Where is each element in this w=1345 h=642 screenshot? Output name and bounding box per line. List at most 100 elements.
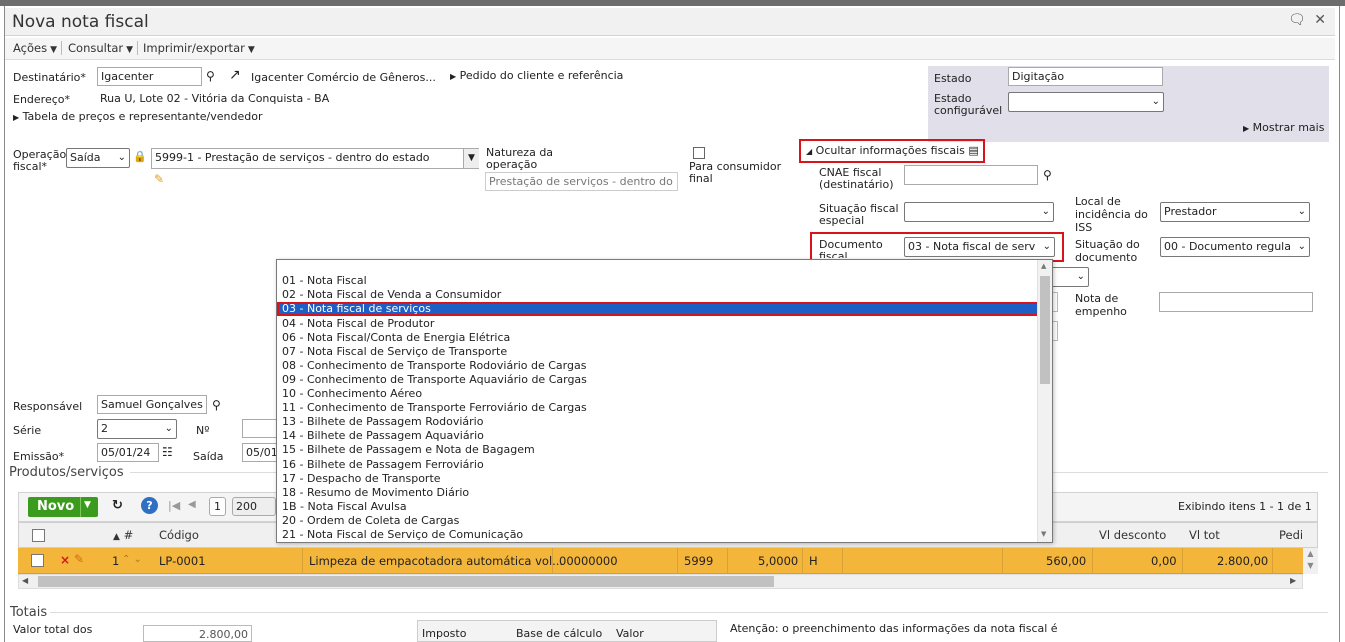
edit-pencil-icon[interactable]: ✎ (74, 552, 84, 566)
dropdown-option[interactable]: 20 - Ordem de Coleta de Cargas (282, 514, 459, 528)
external-link-icon[interactable]: ↗ (229, 67, 241, 83)
cnae-input[interactable] (904, 165, 1038, 185)
menu-imprimir[interactable]: Imprimir/exportar ▼ (139, 41, 259, 55)
page-number[interactable]: 1 (209, 497, 226, 516)
grid-vscroll[interactable]: ▲ ▼ (1303, 548, 1318, 574)
valor-total-field: 2.800,00 (143, 625, 252, 642)
atencao-text: Atenção: o preenchimento das informações… (730, 622, 1058, 635)
dropdown-option[interactable]: 02 - Nota Fiscal de Venda a Consumidor (282, 288, 501, 302)
dropdown-option[interactable]: 04 - Nota Fiscal de Produtor (282, 317, 434, 331)
dropdown-option[interactable]: 07 - Nota Fiscal de Serviço de Transport… (282, 345, 507, 359)
chat-icon[interactable]: 🗨 (1288, 12, 1306, 28)
saida-input[interactable]: 05/01 (242, 443, 278, 462)
situacao-especial-label-2: especial (819, 214, 865, 227)
dropdown-option[interactable]: 10 - Conhecimento Aéreo (282, 387, 422, 401)
page-size-select[interactable]: 200 (232, 497, 276, 516)
scroll-thumb[interactable] (38, 576, 774, 587)
cfop-combo[interactable]: 5999-1 - Prestação de serviços - dentro … (151, 148, 479, 169)
refresh-icon[interactable]: ↻ (112, 498, 123, 513)
nota-empenho-input[interactable] (1159, 292, 1313, 312)
dropdown-option[interactable]: 1B - Nota Fiscal Avulsa (282, 500, 407, 514)
edit-pencil-icon[interactable]: ✎ (154, 172, 164, 186)
menu-acoes[interactable]: Ações ▼ (9, 41, 63, 55)
row-qtd: 5,0000 (758, 554, 799, 568)
col-desconto[interactable]: Vl desconto (1099, 528, 1166, 542)
col-imposto: Imposto (422, 627, 467, 640)
prev-page-icon[interactable]: ◀ (188, 499, 196, 510)
pedido-link[interactable]: ▶ Pedido do cliente e referência (450, 69, 623, 82)
col-total[interactable]: Vl tot (1189, 528, 1220, 542)
produtos-title: Produtos/serviços (9, 465, 124, 480)
serie-value: 2 (101, 422, 108, 435)
dropdown-scroll-thumb[interactable] (1040, 276, 1050, 384)
dropdown-option-selected[interactable]: 03 - Nota fiscal de serviços (277, 302, 1039, 316)
tabela-link[interactable]: ▶ Tabela de preços e representante/vende… (13, 110, 262, 123)
novo-button[interactable]: Novo ▼ (28, 497, 98, 517)
dropdown-option[interactable]: 14 - Bilhete de Passagem Aquaviário (282, 429, 484, 443)
exibindo-itens: Exibindo itens 1 - 1 de 1 (1178, 500, 1312, 513)
row-checkbox[interactable] (31, 554, 44, 567)
menu-consultar[interactable]: Consultar ▼ (64, 41, 139, 55)
ocultar-fiscais-label: Ocultar informações fiscais (815, 144, 965, 157)
estado-configuravel-select[interactable]: ⌄ (1008, 92, 1164, 112)
operacao-tipo-select[interactable]: Saída ⌄ (66, 148, 130, 168)
dropdown-option[interactable]: 09 - Conhecimento de Transporte Aquaviár… (282, 373, 587, 387)
dropdown-scrollbar[interactable]: ▲ ▼ (1037, 260, 1052, 542)
dropdown-option[interactable]: 11 - Conhecimento de Transporte Ferroviá… (282, 401, 587, 415)
dropdown-option[interactable]: 08 - Conhecimento de Transporte Rodoviár… (282, 359, 586, 373)
caret-down-icon: ◢ (806, 147, 813, 156)
scroll-up-icon[interactable]: ▲ (1041, 262, 1046, 270)
emissao-input[interactable]: 05/01/24 (97, 443, 159, 462)
ocultar-fiscais-link[interactable]: ◢ Ocultar informações fiscais ▤ (806, 144, 979, 157)
search-icon[interactable]: ⚲ (212, 398, 221, 412)
list-icon: ▤ (968, 144, 979, 157)
reorder-icon[interactable]: ⌃ ⌄ (122, 554, 142, 565)
dropdown-option[interactable]: 18 - Resumo de Movimento Diário (282, 486, 469, 500)
consumidor-final-checkbox[interactable] (693, 147, 705, 159)
chevron-down-icon: ⌄ (1041, 206, 1050, 217)
search-icon[interactable]: ⚲ (206, 69, 215, 83)
dropdown-option[interactable]: 21 - Nota Fiscal de Serviço de Comunicaç… (282, 528, 523, 542)
select-all-checkbox[interactable] (32, 529, 45, 542)
numero-input[interactable] (242, 419, 278, 438)
dropdown-option[interactable]: 01 - Nota Fiscal (282, 274, 367, 288)
col-num[interactable]: ▲ # (113, 528, 133, 542)
documento-fiscal-dropdown[interactable]: 01 - Nota Fiscal 02 - Nota Fiscal de Ven… (276, 259, 1053, 543)
dropdown-option[interactable]: 13 - Bilhete de Passagem Rodoviário (282, 415, 483, 429)
mostrar-mais-link[interactable]: ▶ Mostrar mais (1243, 121, 1324, 134)
row-descricao: Limpeza de empacotadora automática vol..… (309, 554, 564, 568)
estado-field: Digitação (1008, 67, 1163, 86)
hidden-select[interactable]: ⌄ (1050, 267, 1089, 287)
emissao-label: Emissão* (13, 450, 65, 463)
col-pedido[interactable]: Pedi (1279, 528, 1303, 542)
situacao-especial-select[interactable]: ⌄ (904, 202, 1054, 222)
local-iss-select[interactable]: Prestador ⌄ (1160, 202, 1310, 222)
first-page-icon[interactable]: |◀ (168, 499, 180, 512)
natureza-input[interactable]: Prestação de serviços - dentro do e (485, 172, 678, 191)
scroll-right-icon[interactable]: ▶ (1290, 576, 1296, 585)
situacao-documento-select[interactable]: 00 - Documento regula ⌄ (1160, 237, 1310, 257)
dropdown-option[interactable]: 16 - Bilhete de Passagem Ferroviário (282, 458, 484, 472)
dropdown-option[interactable]: 15 - Bilhete de Passagem e Nota de Bagag… (282, 443, 535, 457)
serie-select[interactable]: 2 ⌄ (97, 419, 177, 439)
scroll-left-icon[interactable]: ◀ (22, 576, 28, 585)
chevron-down-icon: ⌄ (117, 152, 126, 163)
dropdown-option[interactable]: 06 - Nota Fiscal/Conta de Energia Elétri… (282, 331, 510, 345)
cell-divider (1272, 548, 1273, 574)
help-icon[interactable]: ? (141, 497, 158, 514)
close-icon[interactable]: ✕ (1314, 12, 1326, 28)
col-codigo[interactable]: Código (159, 528, 199, 542)
window-controls: 🗨 ✕ (1288, 12, 1326, 28)
cfop-dropdown-button[interactable]: ▼ (463, 149, 479, 168)
delete-icon[interactable]: × (60, 553, 70, 567)
endereco-value: Rua U, Lote 02 - Vitória da Conquista - … (100, 92, 330, 105)
row-unidade: H (809, 554, 818, 568)
responsavel-input[interactable]: Samuel Gonçalves (97, 395, 207, 414)
table-row[interactable] (18, 548, 1303, 574)
scroll-down-icon[interactable]: ▼ (1041, 530, 1046, 538)
search-icon[interactable]: ⚲ (1043, 168, 1052, 182)
calendar-icon[interactable]: ☷ (162, 445, 173, 459)
documento-fiscal-select[interactable]: 03 - Nota fiscal de serv ⌄ (904, 237, 1055, 257)
dropdown-option[interactable]: 17 - Despacho de Transporte (282, 472, 441, 486)
destinatario-input[interactable]: Igacenter (97, 67, 202, 86)
